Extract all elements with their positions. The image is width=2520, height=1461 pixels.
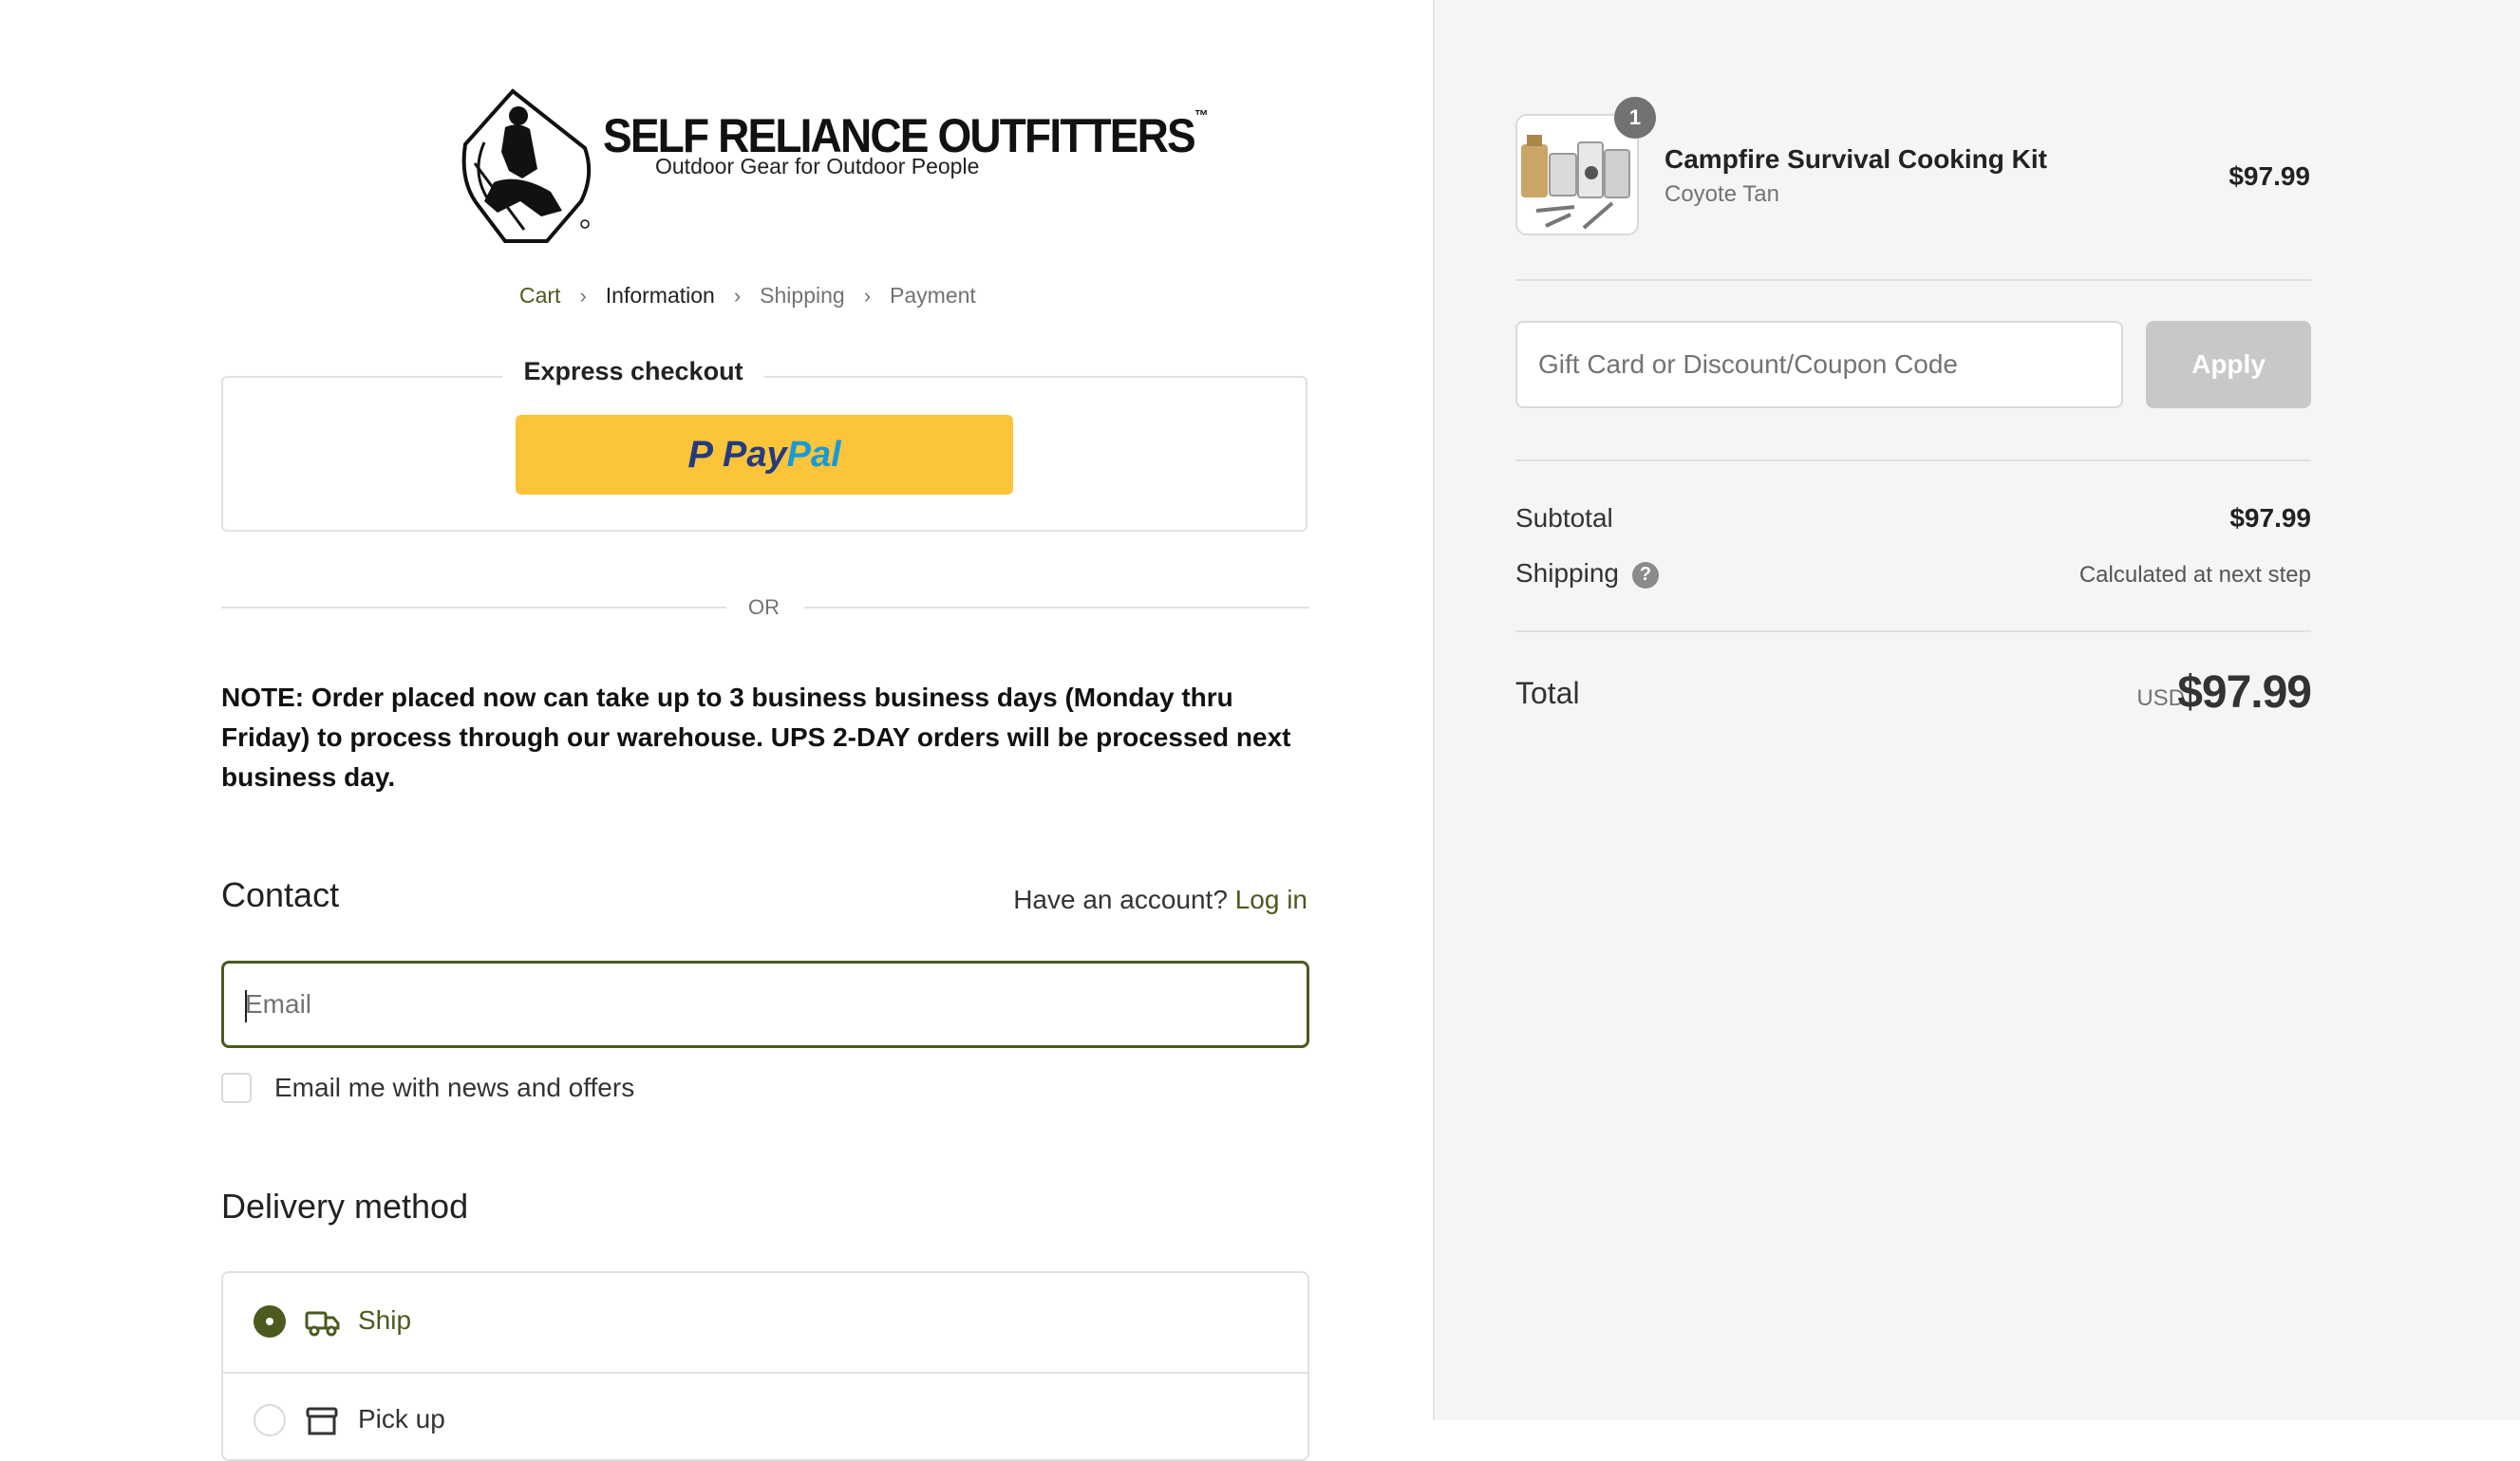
divider-line xyxy=(223,1372,1307,1374)
chevron-right-icon: › xyxy=(863,283,872,308)
account-prompt: Have an account? Log in xyxy=(1013,885,1307,915)
checkout-main: SELF RELIANCE OUTFITTERS™ Outdoor Gear f… xyxy=(0,0,1433,1461)
paypal-wordmark: PayPal xyxy=(723,434,841,475)
brand-tagline: Outdoor Gear for Outdoor People xyxy=(655,154,980,178)
pickup-label[interactable]: Pick up xyxy=(358,1404,445,1434)
newsletter-checkbox[interactable] xyxy=(221,1073,252,1103)
breadcrumb-payment: Payment xyxy=(890,283,976,308)
subtotal-value: $97.99 xyxy=(2229,503,2311,533)
text-caret xyxy=(245,990,247,1022)
brand-logo[interactable]: SELF RELIANCE OUTFITTERS™ Outdoor Gear f… xyxy=(456,87,1209,258)
divider-line xyxy=(1515,630,2311,632)
total-label: Total xyxy=(1515,676,1580,710)
or-divider-label: OR xyxy=(748,595,780,619)
store-icon xyxy=(306,1407,338,1435)
discount-code-input[interactable] xyxy=(1517,323,2121,406)
login-link[interactable]: Log in xyxy=(1235,885,1307,914)
subtotal-label: Subtotal xyxy=(1515,503,1613,533)
shipping-row: Shipping? xyxy=(1515,558,1659,589)
newsletter-label[interactable]: Email me with news and offers xyxy=(274,1073,634,1103)
divider-line xyxy=(221,607,726,609)
total-value: $97.99 xyxy=(2177,667,2312,718)
order-note: NOTE: Order placed now can take up to 3 … xyxy=(221,683,1291,792)
ship-radio[interactable] xyxy=(254,1305,286,1338)
shipping-value: Calculated at next step xyxy=(2078,562,2311,588)
pickup-radio[interactable] xyxy=(254,1404,286,1436)
chevron-right-icon: › xyxy=(579,283,587,308)
ship-label[interactable]: Ship xyxy=(358,1305,411,1336)
delivery-options: Ship Pick up xyxy=(221,1271,1309,1461)
trademark-symbol: ™ xyxy=(1194,108,1209,124)
breadcrumb-shipping: Shipping xyxy=(760,283,845,308)
breadcrumb: Cart › Information › Shipping › Payment xyxy=(519,283,976,309)
chevron-right-icon: › xyxy=(733,283,742,308)
truck-icon xyxy=(305,1311,340,1337)
arrowhead-logo-icon xyxy=(461,88,592,243)
apply-discount-button[interactable]: Apply xyxy=(2146,321,2311,408)
paypal-button[interactable]: P PayPal xyxy=(516,415,1013,495)
shipping-label: Shipping xyxy=(1515,558,1619,588)
product-name: Campfire Survival Cooking Kit xyxy=(1664,144,2047,174)
contact-heading: Contact xyxy=(221,875,340,914)
email-input[interactable] xyxy=(224,964,1307,1045)
product-variant: Coyote Tan xyxy=(1664,181,1779,207)
divider-line xyxy=(1515,279,2311,281)
delivery-heading: Delivery method xyxy=(221,1187,469,1226)
help-icon[interactable]: ? xyxy=(1631,561,1659,589)
newsletter-option[interactable]: Email me with news and offers xyxy=(221,1073,634,1103)
product-price: $97.99 xyxy=(2229,161,2310,191)
account-prompt-text: Have an account? xyxy=(1013,885,1228,914)
breadcrumb-cart[interactable]: Cart xyxy=(519,283,560,309)
cooking-kit-image xyxy=(1521,135,1630,230)
breadcrumb-information: Information xyxy=(605,283,715,308)
discount-code-field[interactable] xyxy=(1515,321,2123,408)
divider-line xyxy=(804,607,1309,609)
express-checkout-title: Express checkout xyxy=(502,357,764,386)
paypal-icon: P xyxy=(687,433,713,476)
email-field[interactable] xyxy=(221,961,1309,1048)
divider-line xyxy=(1515,459,2311,461)
quantity-badge: 1 xyxy=(1614,97,1656,139)
